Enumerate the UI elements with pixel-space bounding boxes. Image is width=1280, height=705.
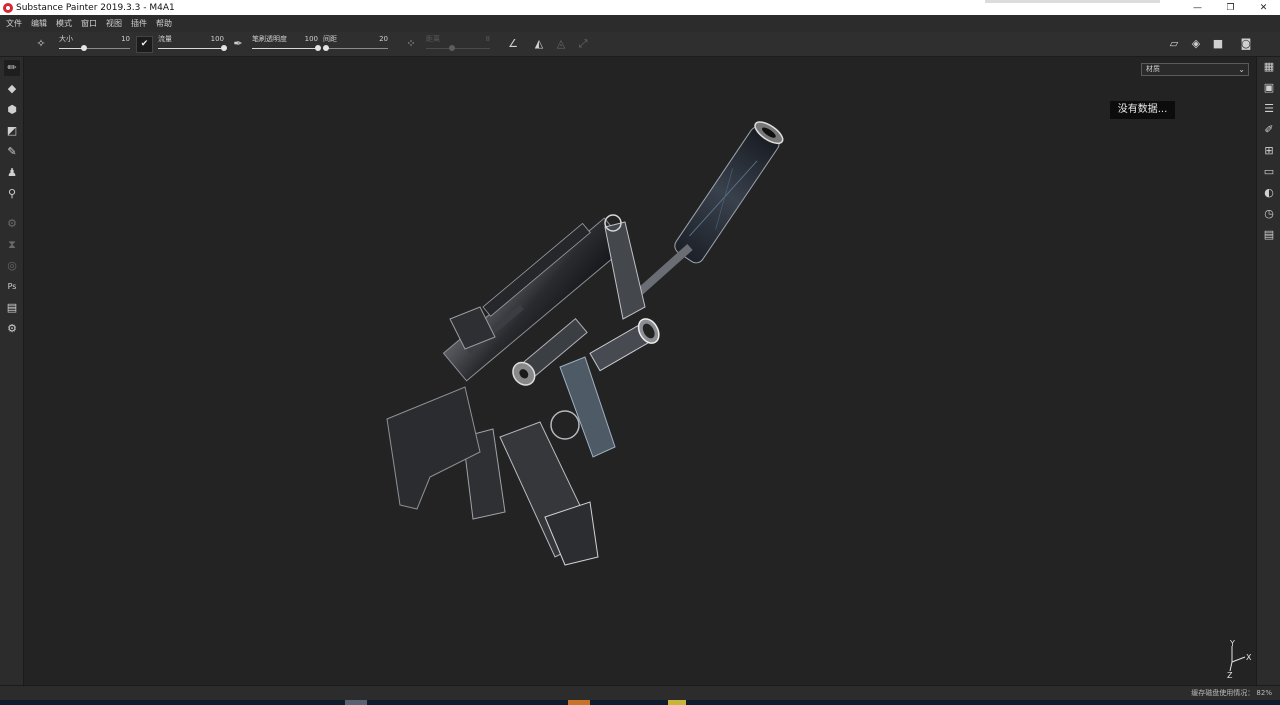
plugin-settings-icon[interactable]: ⚙: [4, 321, 20, 337]
spacing-track: [323, 48, 388, 49]
disk-usage-status: 缓存磁盘使用情况： 82%: [1191, 689, 1272, 697]
right-panel-bar: ▦ ▣ ☰ ✐ ⊞ ▭ ◐ ◷ ▤: [1256, 57, 1280, 685]
distance-slider: 距离 8: [426, 34, 490, 56]
context-toolbar: ✧ 大小 10 ✔ 流量 100 ✒ 笔刷透明度 100 间距 20 ⁘ 距离 …: [0, 32, 1280, 57]
size-knob[interactable]: [80, 45, 87, 51]
flow-knob[interactable]: [221, 45, 227, 51]
channel-select[interactable]: 材质 ⌄: [1141, 63, 1249, 76]
flow-label: 流量: [158, 35, 172, 43]
texture-set-settings-icon[interactable]: ⊞: [1261, 143, 1277, 159]
menu-window[interactable]: 窗口: [81, 18, 97, 29]
os-taskbar: [0, 700, 1280, 705]
history-icon[interactable]: ◷: [1261, 206, 1277, 222]
axis-gizmo: Y X Z: [1221, 638, 1255, 680]
shelf-icon[interactable]: ▦: [1261, 59, 1277, 75]
size-value[interactable]: 10: [121, 35, 130, 43]
distance-label: 距离: [426, 35, 440, 43]
3d-viewport[interactable]: [25, 57, 1256, 685]
hourglass-icon: ⧗: [8, 238, 16, 251]
menu-help[interactable]: 帮助: [156, 18, 172, 29]
opacity-label: 笔刷透明度: [252, 35, 287, 43]
view-mode-icon[interactable]: ▱: [1167, 37, 1181, 51]
taskbar-item[interactable]: [345, 700, 367, 705]
cube-view-icon[interactable]: ◈: [1189, 37, 1203, 51]
opacity-fill: [252, 48, 318, 49]
brush-preset-icon[interactable]: ✧: [34, 37, 48, 51]
transform-icon: ⤢: [578, 37, 588, 50]
spacing-knob[interactable]: [322, 45, 329, 51]
layers-icon[interactable]: ☰: [1261, 101, 1277, 117]
eraser-icon[interactable]: ◆: [4, 81, 20, 97]
restore-button[interactable]: ❐: [1214, 0, 1247, 15]
brush-alpha-swatch[interactable]: ✔: [136, 36, 153, 53]
taskbar-item[interactable]: [668, 700, 686, 705]
clone-stamp-icon[interactable]: ♟: [4, 165, 20, 181]
opacity-value[interactable]: 100: [305, 35, 318, 43]
spacing-label: 间距: [323, 35, 337, 43]
axis-z-label: Z: [1227, 671, 1233, 678]
menu-view[interactable]: 视图: [106, 18, 122, 29]
material-sphere-icon: ◎: [7, 259, 17, 272]
title-drag-region: [985, 0, 1160, 3]
distance-knob: [448, 45, 455, 51]
document-icon[interactable]: ▤: [4, 300, 20, 316]
distance-fill: [426, 48, 452, 49]
camera-video-icon[interactable]: ■: [1211, 37, 1225, 51]
app-logo-icon: [3, 2, 13, 13]
projection-icon[interactable]: ⬢: [4, 102, 20, 118]
title-bar: Substance Painter 2019.3.3 - M4A1 — ❐ ✕: [0, 0, 1280, 15]
photoshop-export-icon[interactable]: Ps: [4, 279, 20, 295]
size-slider[interactable]: 大小 10: [59, 34, 130, 56]
screenshot-camera-icon[interactable]: ◙: [1239, 37, 1253, 51]
distance-value: 8: [485, 35, 490, 43]
spacing-value[interactable]: 20: [379, 35, 388, 43]
lazy-mouse-icon[interactable]: ⁘: [404, 37, 418, 51]
flow-fill: [158, 48, 224, 49]
menu-plugins[interactable]: 插件: [131, 18, 147, 29]
flow-slider[interactable]: 流量 100: [158, 34, 227, 56]
opacity-slider[interactable]: 笔刷透明度 100: [252, 34, 321, 56]
menu-file[interactable]: 文件: [6, 18, 22, 29]
display-settings-icon[interactable]: ▭: [1261, 164, 1277, 180]
axis-x-label: X: [1246, 653, 1252, 662]
spacing-slider[interactable]: 间距 20: [322, 34, 388, 56]
taskbar-item[interactable]: [568, 700, 590, 705]
chevron-down-icon: ⌄: [1238, 65, 1245, 74]
angle-icon[interactable]: ∠: [506, 37, 520, 51]
paint-brush-icon[interactable]: ✏: [4, 60, 20, 76]
symmetry-icon[interactable]: ◭: [532, 37, 546, 51]
menu-edit[interactable]: 编辑: [31, 18, 47, 29]
opacity-knob[interactable]: [315, 45, 321, 51]
minimize-button[interactable]: —: [1181, 0, 1214, 15]
bake-tool-icon: ⚙: [7, 217, 17, 230]
left-tool-bar: ✏ ◆ ⬢ ◩ ✎ ♟ ⚲ ⚙ ⧗ ◎ Ps ▤ ⚙: [0, 57, 24, 685]
symmetry-options-icon: ◬: [556, 37, 566, 50]
axis-y-label: Y: [1229, 639, 1235, 648]
color-picker-icon[interactable]: ⚲: [4, 186, 20, 202]
properties-brush-icon[interactable]: ✐: [1261, 122, 1277, 138]
shader-settings-icon[interactable]: ◐: [1261, 185, 1277, 201]
window-title: Substance Painter 2019.3.3 - M4A1: [16, 2, 175, 13]
weapon-model[interactable]: [25, 57, 1256, 685]
status-bar: 缓存磁盘使用情况： 82%: [0, 685, 1280, 700]
pen-pressure-icon[interactable]: ✒: [231, 37, 245, 51]
smudge-icon[interactable]: ✎: [4, 144, 20, 160]
no-data-tooltip: 没有数据...: [1110, 101, 1175, 119]
flow-value[interactable]: 100: [211, 35, 224, 43]
channel-select-value: 材质: [1146, 65, 1160, 73]
menu-mode[interactable]: 模式: [56, 18, 72, 29]
menu-bar: 文件 编辑 模式 窗口 视图 插件 帮助: [0, 15, 1280, 32]
texture-set-list-icon[interactable]: ▣: [1261, 80, 1277, 96]
log-icon[interactable]: ▤: [1261, 227, 1277, 243]
geometry-mask-icon[interactable]: ◩: [4, 123, 20, 139]
close-button[interactable]: ✕: [1247, 0, 1280, 15]
size-label: 大小: [59, 35, 73, 43]
